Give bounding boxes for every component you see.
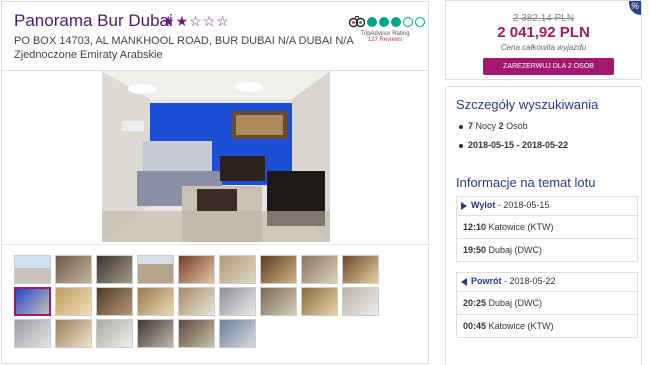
arrow-left-icon (461, 278, 467, 286)
thumbnail[interactable] (178, 255, 215, 284)
thumbnail[interactable] (219, 287, 256, 316)
thumbnail[interactable] (14, 255, 51, 284)
old-price: 2 382,14 PLN (512, 13, 575, 24)
flight-row: 00:45 Katowice (KTW) (456, 314, 638, 338)
rating-bubble-empty-icon (403, 17, 413, 27)
thumbnail[interactable] (55, 287, 92, 316)
star-empty-icon: ☆ (202, 13, 217, 29)
thumbnail[interactable] (137, 255, 174, 284)
hotel-panel: Panorama Bur Dubai ★★☆☆☆ PO BOX 14703, A… (1, 1, 430, 364)
thumbnail-strip (14, 255, 418, 348)
return-header: Powrót - 2018-05-22 (456, 272, 638, 291)
price-note: Cena całkowita wyjazdu (500, 43, 587, 52)
hotel-address: PO BOX 14703, AL MANKHOOL ROAD, BUR DUBA… (14, 35, 354, 47)
thumbnail[interactable] (137, 319, 174, 348)
thumbnail[interactable] (96, 319, 133, 348)
thumbnail[interactable] (55, 319, 92, 348)
owl-icon (349, 16, 365, 28)
outbound-header: Wylot - 2018-05-15 (456, 196, 638, 215)
thumbnail[interactable] (301, 255, 338, 284)
current-price: 2 041,92 PLN (497, 24, 590, 41)
thumbnail[interactable] (137, 287, 174, 316)
thumbnail[interactable] (260, 255, 297, 284)
main-hotel-photo[interactable] (102, 71, 330, 242)
thumbnail[interactable] (55, 255, 92, 284)
search-details-title: Szczegóły wyszukiwania (456, 97, 599, 112)
flight-row: 20:25 Dubaj (DWC) (456, 291, 638, 315)
thumbnail[interactable] (178, 319, 215, 348)
thumbnail[interactable] (96, 255, 133, 284)
arrow-right-icon (461, 202, 467, 210)
thumbnail[interactable] (219, 319, 256, 348)
booking-sidebar: 2 382,14 PLN 2 041,92 PLN Cena całkowita… (445, 0, 642, 365)
star-empty-icon: ☆ (189, 13, 203, 29)
flight-info-title: Informacje na temat lotu (456, 175, 596, 190)
star-filled-icon: ★ (175, 13, 190, 29)
star-filled-icon: ★ (162, 13, 176, 29)
thumbnail-selected[interactable] (14, 287, 51, 316)
thumbnail[interactable] (342, 287, 379, 316)
price-box: 2 382,14 PLN 2 041,92 PLN Cena całkowita… (445, 0, 642, 80)
photo-gallery (1, 71, 430, 364)
tripadvisor-reviews-link[interactable]: 127 Reviews (349, 37, 421, 43)
thumbnail[interactable] (260, 287, 297, 316)
thumbnail[interactable] (96, 287, 133, 316)
thumbnail[interactable] (301, 287, 338, 316)
stay-length: 7 Nocy 2 Osób (459, 121, 528, 131)
stay-dates: 2018-05-15 - 2018-05-22 (458, 140, 569, 150)
rating-bubble-filled-icon (379, 17, 389, 27)
hotel-name[interactable]: Panorama Bur Dubai (14, 11, 173, 31)
flight-row: 12:10 Katowice (KTW) (456, 215, 638, 239)
hotel-country: Zjednoczone Emiraty Arabskie (14, 49, 163, 61)
gallery-divider (2, 244, 430, 245)
rating-bubble-filled-icon (391, 17, 401, 27)
rating-bubbles (367, 17, 425, 27)
details-box: Szczegóły wyszukiwania 7 Nocy 2 Osób 201… (445, 86, 642, 365)
flight-row: 19:50 Dubaj (DWC) (456, 238, 638, 262)
star-empty-icon: ☆ (216, 13, 230, 29)
book-button[interactable]: ZAREZERWUJ DLA 2 OSÓB (483, 58, 614, 75)
star-rating: ★★☆☆☆ (162, 13, 230, 30)
thumbnail[interactable] (14, 319, 51, 348)
tripadvisor-rating[interactable]: TripAdvisor Rating 127 Reviews (349, 16, 425, 50)
thumbnail[interactable] (178, 287, 215, 316)
thumbnail[interactable] (219, 255, 256, 284)
hotel-header: Panorama Bur Dubai ★★☆☆☆ PO BOX 14703, A… (1, 1, 429, 71)
rating-bubble-filled-icon (367, 17, 377, 27)
thumbnail[interactable] (342, 255, 379, 284)
rating-bubble-empty-icon (415, 17, 425, 27)
